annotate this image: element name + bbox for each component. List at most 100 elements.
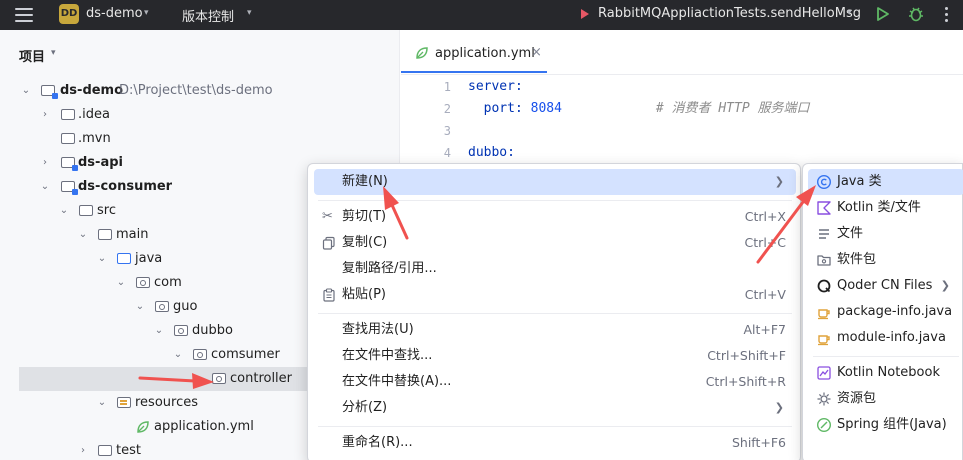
chevron-down-icon[interactable]: ▾ xyxy=(847,8,852,18)
tree-item-label: ds-api xyxy=(78,155,123,170)
run-configuration-selector[interactable]: RabbitMQAppliactionTests.sendHelloMsg xyxy=(598,6,861,21)
submenu-item-java-class[interactable]: Java 类 xyxy=(808,169,963,195)
code-text[interactable]: port: 8084 # 消费者 HTTP 服务端口 xyxy=(468,98,810,120)
collapse-arrow-icon[interactable]: › xyxy=(39,151,51,175)
folder-icon xyxy=(61,133,75,144)
package-icon xyxy=(212,373,226,384)
menu-item-copy[interactable]: 复制(C) Ctrl+C xyxy=(314,230,796,256)
editor-tab-application-yml[interactable]: application.yml × xyxy=(401,30,547,73)
code-line[interactable]: 1 server: xyxy=(401,76,963,98)
vcs-widget[interactable]: 版本控制 xyxy=(182,6,234,25)
code-line[interactable]: 2 port: 8084 # 消费者 HTTP 服务端口 xyxy=(401,98,963,120)
tree-item-label: guo xyxy=(173,299,198,314)
submenu-item-module-info[interactable]: module-info.java xyxy=(808,325,963,351)
expand-arrow-icon[interactable]: ⌄ xyxy=(172,343,184,367)
java-class-icon xyxy=(816,174,832,190)
tree-item-mvn[interactable]: .mvn xyxy=(0,127,400,151)
line-number: 1 xyxy=(443,80,451,94)
tree-item-label: ds-consumer xyxy=(78,179,173,194)
submenu-item-package[interactable]: 软件包 xyxy=(808,247,963,273)
menu-item-new[interactable]: 新建(N) ❯ xyxy=(314,169,796,195)
main-menu-icon[interactable] xyxy=(15,8,33,22)
source-folder-icon xyxy=(117,253,131,264)
tree-item-ds-demo[interactable]: ⌄ ds-demo D:\Project\test\ds-demo xyxy=(0,79,400,103)
submenu-item-kotlin-notebook[interactable]: Kotlin Notebook xyxy=(808,360,963,386)
chevron-down-icon[interactable]: ▾ xyxy=(247,8,252,18)
expand-arrow-icon[interactable]: ⌄ xyxy=(20,79,32,103)
run-icon[interactable] xyxy=(874,6,890,22)
chevron-down-icon[interactable]: ▾ xyxy=(144,8,149,18)
folder-icon xyxy=(98,445,112,456)
menu-separator xyxy=(318,200,792,201)
project-badge: DD xyxy=(59,4,79,24)
menu-separator xyxy=(813,356,959,357)
tree-item-label: test xyxy=(116,443,141,458)
line-number: 3 xyxy=(443,124,451,138)
code-text[interactable]: dubbo: xyxy=(468,142,515,164)
notebook-icon xyxy=(817,366,831,380)
submenu-item-qoder-cn-files[interactable]: Qoder CN Files ❯ xyxy=(808,273,963,299)
package-icon xyxy=(817,255,831,266)
submenu-item-file[interactable]: 文件 xyxy=(808,221,963,247)
menu-separator xyxy=(318,426,792,427)
tree-item-label: resources xyxy=(135,395,199,410)
more-actions-icon[interactable] xyxy=(945,7,949,23)
tree-item-label: ds-demo xyxy=(60,83,124,98)
tree-item-label: .idea xyxy=(78,107,110,122)
expand-arrow-icon[interactable]: ⌄ xyxy=(115,271,127,295)
folder-icon xyxy=(79,205,93,216)
submenu-item-kotlin[interactable]: Kotlin 类/文件 xyxy=(808,195,963,221)
menu-item-replace-in-files[interactable]: 在文件中替换(A)... Ctrl+Shift+R xyxy=(314,369,796,395)
submenu-item-spring-component[interactable]: Spring 组件(Java) xyxy=(808,412,963,438)
tab-divider xyxy=(401,74,963,75)
tree-item-label: src xyxy=(97,203,116,218)
tree-item-label: controller xyxy=(230,371,293,386)
code-line[interactable]: 4 dubbo: xyxy=(401,142,963,164)
module-folder-icon xyxy=(61,181,78,195)
expand-arrow-icon[interactable]: ⌄ xyxy=(96,247,108,271)
qoder-icon xyxy=(817,279,831,293)
folder-icon xyxy=(61,109,75,120)
expand-arrow-icon[interactable]: ⌄ xyxy=(134,295,146,319)
submenu-item-package-info[interactable]: package-info.java xyxy=(808,299,963,325)
module-folder-icon xyxy=(41,85,58,99)
menu-item-paste[interactable]: 粘贴(P) Ctrl+V xyxy=(314,282,796,308)
menu-item-find-in-files[interactable]: 在文件中查找... Ctrl+Shift+F xyxy=(314,343,796,369)
close-icon[interactable]: × xyxy=(531,45,542,60)
expand-arrow-icon[interactable]: ⌄ xyxy=(58,199,70,223)
collapse-arrow-icon[interactable]: › xyxy=(39,103,51,127)
spring-leaf-icon xyxy=(416,47,428,59)
menu-separator xyxy=(318,313,792,314)
code-line[interactable]: 3 xyxy=(401,120,963,142)
tree-item-path: D:\Project\test\ds-demo xyxy=(119,83,273,98)
menu-item-copy-path[interactable]: 复制路径/引用... xyxy=(314,256,796,282)
menu-item-analyze[interactable]: 分析(Z) ❯ xyxy=(314,395,796,421)
module-folder-icon xyxy=(61,157,78,171)
line-number: 2 xyxy=(443,102,451,116)
menu-item-cut[interactable]: ✂ 剪切(T) Ctrl+X xyxy=(314,204,796,230)
menu-item-rename[interactable]: 重命名(R)... Shift+F6 xyxy=(314,430,796,456)
chevron-down-icon[interactable]: ▾ xyxy=(51,48,56,58)
project-selector[interactable]: ds-demo xyxy=(86,6,143,21)
tree-item-label: main xyxy=(116,227,149,242)
debug-icon[interactable] xyxy=(907,5,925,23)
paste-icon xyxy=(323,288,335,302)
tree-item-idea[interactable]: › .idea xyxy=(0,103,400,127)
project-panel-title[interactable]: 项目 xyxy=(19,46,45,65)
expand-arrow-icon[interactable]: ⌄ xyxy=(77,223,89,247)
copy-icon xyxy=(322,236,335,250)
expand-arrow-icon[interactable]: ⌄ xyxy=(153,319,165,343)
spring-icon xyxy=(816,417,832,433)
tree-item-label: java xyxy=(135,251,163,266)
package-icon xyxy=(155,301,169,312)
submenu-arrow-icon: ❯ xyxy=(940,279,950,292)
spring-leaf-icon xyxy=(137,421,149,433)
menu-item-find-usages[interactable]: 查找用法(U) Alt+F7 xyxy=(314,317,796,343)
package-icon xyxy=(136,277,150,288)
collapse-arrow-icon[interactable]: › xyxy=(77,439,89,460)
tree-item-label: dubbo xyxy=(192,323,233,338)
expand-arrow-icon[interactable]: ⌄ xyxy=(39,175,51,199)
expand-arrow-icon[interactable]: ⌄ xyxy=(96,391,108,415)
submenu-item-resource-bundle[interactable]: 资源包 xyxy=(808,386,963,412)
code-text[interactable]: server: xyxy=(468,76,523,98)
